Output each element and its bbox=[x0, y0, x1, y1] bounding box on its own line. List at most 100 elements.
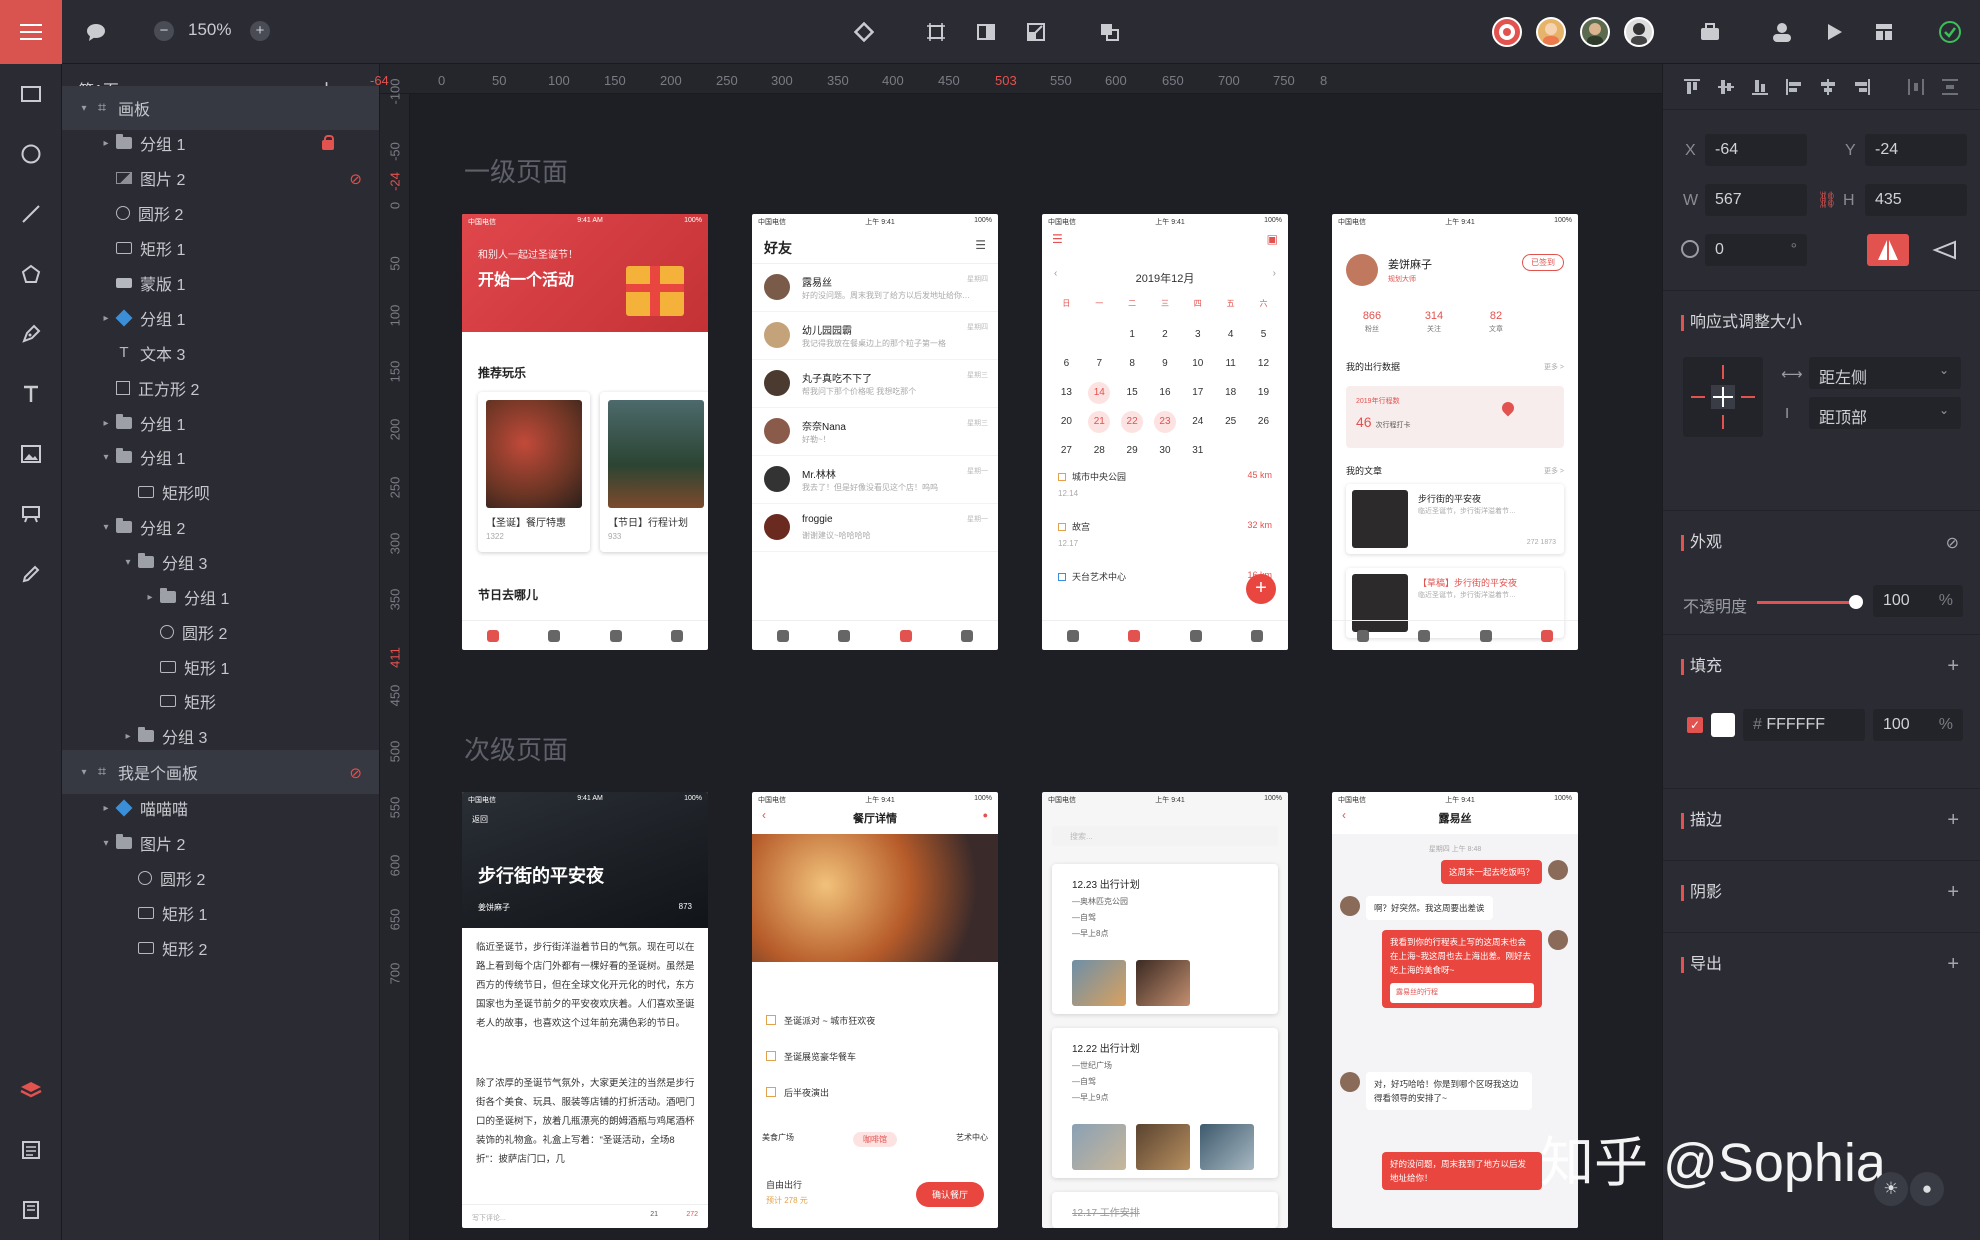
calendar-day[interactable]: 13 bbox=[1055, 382, 1077, 404]
flip-horizontal-icon[interactable] bbox=[1867, 234, 1909, 266]
calendar-grid[interactable]: 1 2 3 4 5 6 7 8 9 10 11 12 13 14 15 16 17 18 19 20 21 22 23 24 2… bbox=[1050, 320, 1280, 465]
fill-hex-input[interactable]: # FFFFFF bbox=[1743, 709, 1865, 741]
menu-icon[interactable]: ☰ bbox=[975, 238, 986, 252]
calendar-day[interactable] bbox=[1088, 324, 1110, 346]
component-icon[interactable] bbox=[848, 16, 880, 48]
calendar-day[interactable]: 21 bbox=[1088, 410, 1111, 433]
add-fill-icon[interactable]: + bbox=[1947, 655, 1959, 678]
tab-bar[interactable] bbox=[1332, 620, 1578, 650]
fill-color-swatch[interactable] bbox=[1711, 713, 1735, 737]
list-item[interactable]: 丸子真吃不下了 帮我问下那个价格呢 我想吃那个 星期三 bbox=[752, 360, 998, 408]
calendar-day[interactable]: 30 bbox=[1154, 440, 1176, 462]
boolean-icon[interactable] bbox=[1094, 16, 1126, 48]
distribute-vertical-icon[interactable] bbox=[1941, 78, 1959, 96]
height-input[interactable]: 435 bbox=[1865, 184, 1967, 216]
help-tips-icon[interactable]: ● bbox=[1910, 1172, 1944, 1206]
artboard-tool-icon[interactable] bbox=[15, 498, 47, 530]
calendar-day[interactable]: 4 bbox=[1220, 324, 1242, 346]
layout-icon[interactable] bbox=[1868, 16, 1900, 48]
calendar-day[interactable] bbox=[1252, 440, 1274, 462]
activity-card[interactable]: 【节日】行程计划 933 bbox=[600, 392, 708, 552]
user-avatar[interactable] bbox=[1536, 17, 1566, 47]
distribute-horizontal-icon[interactable] bbox=[1907, 78, 1925, 96]
vertical-constraint-select[interactable]: 距顶部 ⌄ bbox=[1809, 397, 1961, 429]
text-tool-icon[interactable] bbox=[15, 378, 47, 410]
align-bottom-icon[interactable] bbox=[1751, 78, 1769, 96]
constraint-widget[interactable] bbox=[1683, 357, 1763, 437]
tab-bar[interactable] bbox=[1042, 620, 1288, 650]
zoom-out-button[interactable]: − bbox=[154, 21, 174, 41]
expand-toggle-icon[interactable]: ▾ bbox=[78, 103, 90, 114]
calendar-day[interactable]: 11 bbox=[1220, 353, 1242, 375]
align-center-icon[interactable] bbox=[1819, 78, 1837, 96]
expand-toggle-icon[interactable]: ▾ bbox=[100, 452, 112, 463]
plan-card[interactable]: 12.23 出行计划 —奥林匹克公园 —自驾 —早上8点 bbox=[1052, 864, 1278, 1014]
back-icon[interactable]: ‹ bbox=[1342, 808, 1346, 822]
tab-bar[interactable] bbox=[752, 620, 998, 650]
activity-card[interactable]: 【圣诞】餐厅特惠 1322 bbox=[478, 392, 590, 552]
tab-bar[interactable] bbox=[462, 620, 708, 650]
more-link[interactable]: 更多 > bbox=[1544, 362, 1564, 372]
calendar-day[interactable]: 24 bbox=[1187, 411, 1209, 433]
theme-toggle-icon[interactable]: ☀ bbox=[1874, 1172, 1908, 1206]
artboard-restaurant[interactable]: 中国电信 上午 9:41 100% 餐厅详情 ‹ ● 圣诞派对 ~ 城市狂欢夜 圣诞… bbox=[752, 792, 998, 1228]
checkbox-icon[interactable] bbox=[1058, 573, 1066, 581]
expand-toggle-icon[interactable]: ▾ bbox=[100, 838, 112, 849]
calendar-day[interactable]: 20 bbox=[1055, 411, 1077, 433]
line-tool-icon[interactable] bbox=[15, 198, 47, 230]
layer-row[interactable]: 矩形 2 bbox=[62, 926, 379, 970]
user-avatar[interactable] bbox=[1624, 17, 1654, 47]
calendar-day[interactable]: 2 bbox=[1154, 324, 1176, 346]
zoom-in-button[interactable]: + bbox=[250, 21, 270, 41]
add-shadow-icon[interactable]: + bbox=[1947, 881, 1959, 904]
calendar-day[interactable]: 7 bbox=[1088, 353, 1110, 375]
calendar-day[interactable]: 31 bbox=[1187, 440, 1209, 462]
back-icon[interactable]: ‹ bbox=[762, 808, 766, 822]
calendar-day[interactable]: 26 bbox=[1252, 411, 1274, 433]
opacity-slider[interactable] bbox=[1757, 601, 1853, 604]
calendar-day[interactable]: 3 bbox=[1187, 324, 1209, 346]
rectangle-tool-icon[interactable] bbox=[15, 78, 47, 110]
expand-toggle-icon[interactable]: ▸ bbox=[144, 592, 156, 603]
artboard-friends[interactable]: 中国电信 上午 9:41 100% 好友 ☰ 露易丝 好的没问题。周末我到了给方以后发… bbox=[752, 214, 998, 650]
expand-toggle-icon[interactable]: ▸ bbox=[100, 313, 112, 324]
share-users-icon[interactable] bbox=[1766, 16, 1798, 48]
calendar-day[interactable]: 18 bbox=[1220, 382, 1242, 404]
artboard-calendar[interactable]: 中国电信 上午 9:41 100% ☰ ▣ ‹ 2019年12月 › 日一二三四五六… bbox=[1042, 214, 1288, 650]
artboard-plans[interactable]: 中国电信 上午 9:41 100% 搜索... 12.23 出行计划 —奥林匹克公园… bbox=[1042, 792, 1288, 1228]
artboard-article[interactable]: 中国电信 9:41 AM 100% 返回 步行街的平安夜 姜饼麻子 873 临近圣诞… bbox=[462, 792, 708, 1228]
calendar-day[interactable]: 10 bbox=[1187, 353, 1209, 375]
list-item[interactable]: Mr.林林 我去了！但是好像没看见这个店！呜呜 星期一 bbox=[752, 456, 998, 504]
expand-toggle-icon[interactable]: ▸ bbox=[100, 803, 112, 814]
align-left-icon[interactable] bbox=[1785, 78, 1803, 96]
image-tool-icon[interactable] bbox=[15, 438, 47, 470]
opacity-input[interactable]: 100% bbox=[1873, 585, 1963, 617]
menu-button[interactable] bbox=[0, 0, 62, 64]
link-icon[interactable]: ⛓ bbox=[1817, 190, 1837, 210]
plan-card[interactable]: 12.17 工作安排 bbox=[1052, 1192, 1278, 1228]
trip-item[interactable]: 城市中央公园 45 km 12.14 bbox=[1058, 470, 1272, 498]
back-button[interactable]: 返回 bbox=[472, 814, 488, 825]
next-month-icon[interactable]: › bbox=[1273, 268, 1276, 279]
check-status-icon[interactable] bbox=[1934, 16, 1966, 48]
category-tabs[interactable]: 美食广场 咖啡馆 艺术中心 bbox=[762, 1132, 988, 1147]
trip-map-card[interactable]: 2019年行程数 46 次行程打卡 bbox=[1346, 386, 1564, 448]
artboard-icon[interactable] bbox=[920, 16, 952, 48]
collaborator-avatar-icon[interactable] bbox=[1492, 17, 1522, 47]
checkin-button[interactable]: 已签到 bbox=[1522, 254, 1564, 271]
calendar-day[interactable]: 15 bbox=[1121, 382, 1143, 404]
trip-item[interactable]: 故宫 32 km 12.17 bbox=[1058, 520, 1272, 548]
checkbox-icon[interactable] bbox=[1058, 523, 1066, 531]
calendar-day[interactable] bbox=[1055, 324, 1077, 346]
plan-card[interactable]: 12.22 出行计划 —世纪广场 —自驾 —早上9点 bbox=[1052, 1028, 1278, 1178]
calendar-day[interactable]: 29 bbox=[1121, 440, 1143, 462]
zoom-level[interactable]: 150% bbox=[188, 20, 231, 40]
rotation-input[interactable]: 0 ° bbox=[1705, 234, 1807, 266]
calendar-day[interactable]: 6 bbox=[1055, 353, 1077, 375]
add-stroke-icon[interactable]: + bbox=[1947, 809, 1959, 832]
calendar-day[interactable]: 23 bbox=[1153, 410, 1176, 433]
y-input[interactable]: -24 bbox=[1865, 134, 1967, 166]
list-item[interactable]: 露易丝 好的没问题。周末我到了给方以后发地址给你… 星期四 bbox=[752, 264, 998, 312]
expand-toggle-icon[interactable]: ▸ bbox=[122, 731, 134, 742]
bell-icon[interactable]: ● bbox=[983, 810, 988, 820]
